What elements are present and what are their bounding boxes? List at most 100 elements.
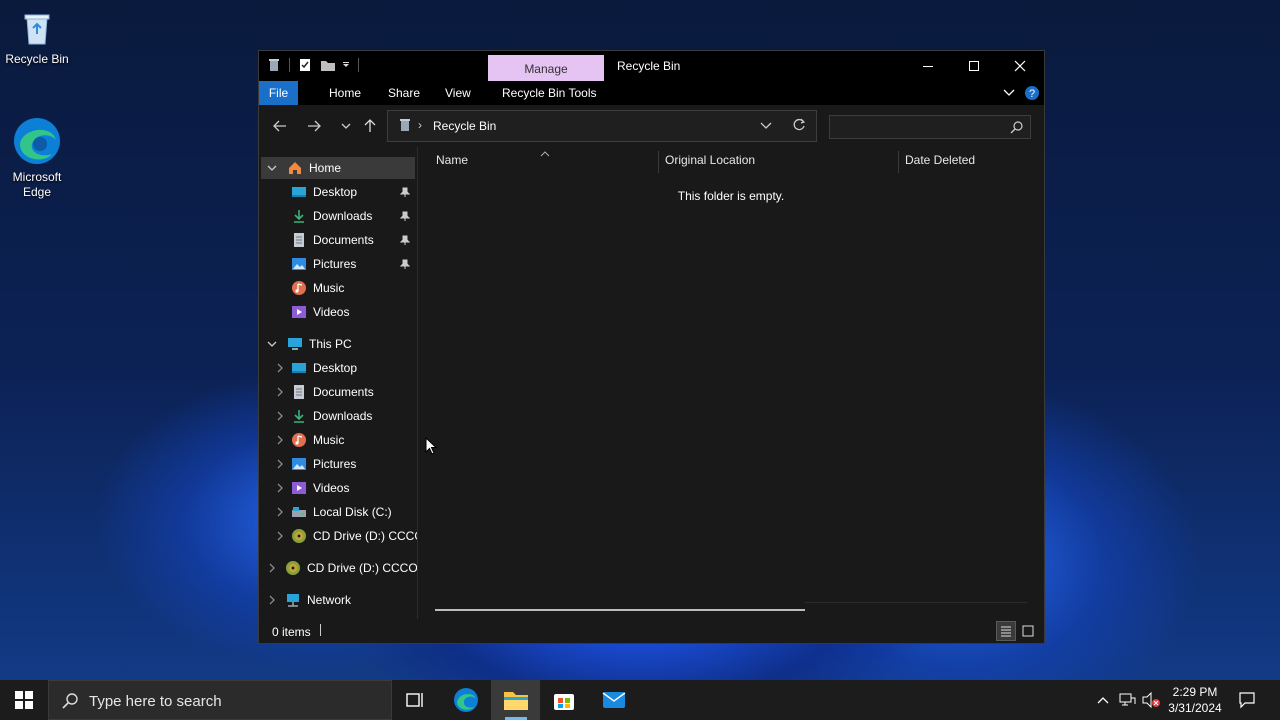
mail-icon bbox=[602, 692, 626, 708]
chevron-right-icon[interactable] bbox=[273, 357, 287, 379]
column-header-name[interactable]: Name bbox=[436, 153, 468, 167]
task-view-button[interactable] bbox=[392, 680, 440, 720]
music-icon bbox=[291, 280, 307, 296]
maximize-button[interactable] bbox=[951, 51, 997, 81]
chevron-down-icon[interactable] bbox=[265, 333, 279, 355]
network-icon bbox=[285, 592, 301, 608]
tab-file[interactable]: File bbox=[259, 81, 298, 105]
search-box[interactable] bbox=[829, 115, 1031, 139]
customize-qat-icon[interactable] bbox=[342, 58, 350, 72]
nav-item-quick-desktop[interactable]: Desktop bbox=[291, 181, 357, 203]
nav-item-this-pc[interactable]: This PC bbox=[261, 333, 352, 355]
nav-label: Home bbox=[309, 161, 342, 175]
chevron-right-icon[interactable] bbox=[265, 589, 279, 611]
chevron-right-icon[interactable] bbox=[273, 405, 287, 427]
nav-item-home[interactable]: Home bbox=[261, 157, 415, 179]
breadcrumb-recycle-bin[interactable]: Recycle Bin bbox=[433, 119, 496, 133]
address-dropdown-icon[interactable] bbox=[760, 119, 772, 131]
forward-button[interactable] bbox=[303, 115, 325, 137]
taskbar-store[interactable] bbox=[540, 680, 588, 720]
nav-item-quick-downloads[interactable]: Downloads bbox=[291, 205, 372, 227]
taskbar-mail[interactable] bbox=[590, 680, 638, 720]
refresh-icon[interactable] bbox=[792, 118, 806, 132]
chevron-right-icon[interactable] bbox=[273, 429, 287, 451]
address-bar[interactable]: › Recycle Bin bbox=[387, 110, 817, 142]
search-input[interactable] bbox=[834, 118, 1008, 136]
tab-view[interactable]: View bbox=[437, 81, 479, 105]
nav-label: Local Disk (C:) bbox=[313, 505, 392, 519]
close-button[interactable] bbox=[997, 51, 1043, 81]
quick-access-toolbar bbox=[267, 58, 359, 72]
recycle-bin-small-icon bbox=[398, 118, 412, 132]
system-clock[interactable]: 2:29 PM 3/31/2024 bbox=[1158, 684, 1232, 716]
chevron-right-icon[interactable] bbox=[273, 381, 287, 403]
downloads-icon bbox=[291, 208, 307, 224]
pictures-icon bbox=[291, 256, 307, 272]
details-view-icon[interactable] bbox=[996, 621, 1016, 641]
tab-manage[interactable]: Manage bbox=[488, 55, 604, 81]
column-header-date-deleted[interactable]: Date Deleted bbox=[905, 153, 975, 167]
folder-icon bbox=[504, 692, 528, 710]
music-icon bbox=[291, 432, 307, 448]
up-button[interactable] bbox=[359, 115, 381, 137]
tab-share[interactable]: Share bbox=[380, 81, 428, 105]
taskbar-search-box[interactable]: Type here to search bbox=[48, 680, 392, 720]
computer-icon bbox=[287, 336, 303, 352]
nav-item-cd-drive[interactable]: CD Drive (D:) CCCOMA_X64FRE_EN-US_DV9 bbox=[285, 557, 417, 579]
nav-item-quick-pictures[interactable]: Pictures bbox=[291, 253, 356, 275]
chevron-down-icon[interactable] bbox=[265, 157, 279, 179]
properties-icon[interactable] bbox=[298, 58, 312, 72]
nav-item-quick-music[interactable]: Music bbox=[291, 277, 344, 299]
horizontal-scrollbar[interactable] bbox=[435, 609, 805, 611]
desktop-folder-icon bbox=[291, 360, 307, 376]
status-bar: 0 items bbox=[259, 619, 1044, 643]
desktop-icon-edge[interactable]: Microsoft Edge bbox=[0, 116, 74, 200]
nav-item-pc-music[interactable]: Music bbox=[291, 429, 344, 451]
column-separator[interactable] bbox=[658, 151, 659, 173]
nav-item-pc-videos[interactable]: Videos bbox=[291, 477, 349, 499]
nav-item-pc-desktop[interactable]: Desktop bbox=[291, 357, 357, 379]
nav-item-quick-documents[interactable]: Documents bbox=[291, 229, 374, 251]
help-icon[interactable]: ? bbox=[1024, 85, 1040, 101]
nav-label: Pictures bbox=[313, 257, 357, 271]
notifications-icon[interactable] bbox=[1237, 690, 1257, 710]
column-separator[interactable] bbox=[898, 151, 899, 173]
back-button[interactable] bbox=[269, 115, 291, 137]
nav-item-pc-cd-drive[interactable]: CD Drive (D:) CCCOMA_X64FRE_EN-US_DV9 bbox=[291, 525, 417, 547]
network-status-icon[interactable] bbox=[1117, 690, 1137, 710]
item-count: 0 items bbox=[272, 625, 311, 639]
tab-recycle-bin-tools[interactable]: Recycle Bin Tools bbox=[494, 81, 605, 105]
column-header-original-location[interactable]: Original Location bbox=[665, 153, 755, 167]
chevron-right-icon[interactable] bbox=[273, 525, 287, 547]
chevron-right-icon[interactable] bbox=[273, 501, 287, 523]
taskbar-edge[interactable] bbox=[442, 680, 490, 720]
nav-label: Desktop bbox=[313, 185, 358, 199]
tab-home[interactable]: Home bbox=[321, 81, 369, 105]
chevron-right-icon[interactable] bbox=[273, 453, 287, 475]
chevron-right-icon[interactable] bbox=[273, 477, 287, 499]
show-hidden-icons-icon[interactable] bbox=[1093, 690, 1113, 710]
nav-label: Desktop bbox=[313, 361, 358, 375]
edge-icon bbox=[454, 688, 478, 712]
search-icon[interactable] bbox=[1010, 120, 1024, 134]
nav-item-local-disk[interactable]: Local Disk (C:) bbox=[291, 501, 392, 523]
nav-item-network[interactable]: Network bbox=[285, 589, 351, 611]
nav-item-quick-videos[interactable]: Videos bbox=[291, 301, 349, 323]
large-icons-view-icon[interactable] bbox=[1018, 621, 1038, 641]
nav-item-pc-downloads[interactable]: Downloads bbox=[291, 405, 372, 427]
nav-item-pc-pictures[interactable]: Pictures bbox=[291, 453, 356, 475]
taskbar-file-explorer[interactable] bbox=[492, 680, 540, 720]
expand-ribbon-icon[interactable] bbox=[1002, 87, 1016, 99]
empty-folder-message: This folder is empty. bbox=[677, 189, 785, 203]
recent-locations-button[interactable] bbox=[335, 115, 357, 137]
chevron-right-icon[interactable] bbox=[265, 557, 279, 579]
minimize-button[interactable] bbox=[905, 51, 951, 81]
start-button[interactable] bbox=[0, 680, 48, 720]
pictures-icon bbox=[291, 456, 307, 472]
desktop-icon-recycle-bin[interactable]: Recycle Bin bbox=[0, 8, 74, 67]
nav-item-pc-documents[interactable]: Documents bbox=[291, 381, 374, 403]
svg-text:?: ? bbox=[1029, 88, 1035, 100]
new-folder-icon[interactable] bbox=[320, 58, 335, 72]
taskbar-search-placeholder: Type here to search bbox=[89, 693, 222, 710]
videos-icon bbox=[291, 304, 307, 320]
